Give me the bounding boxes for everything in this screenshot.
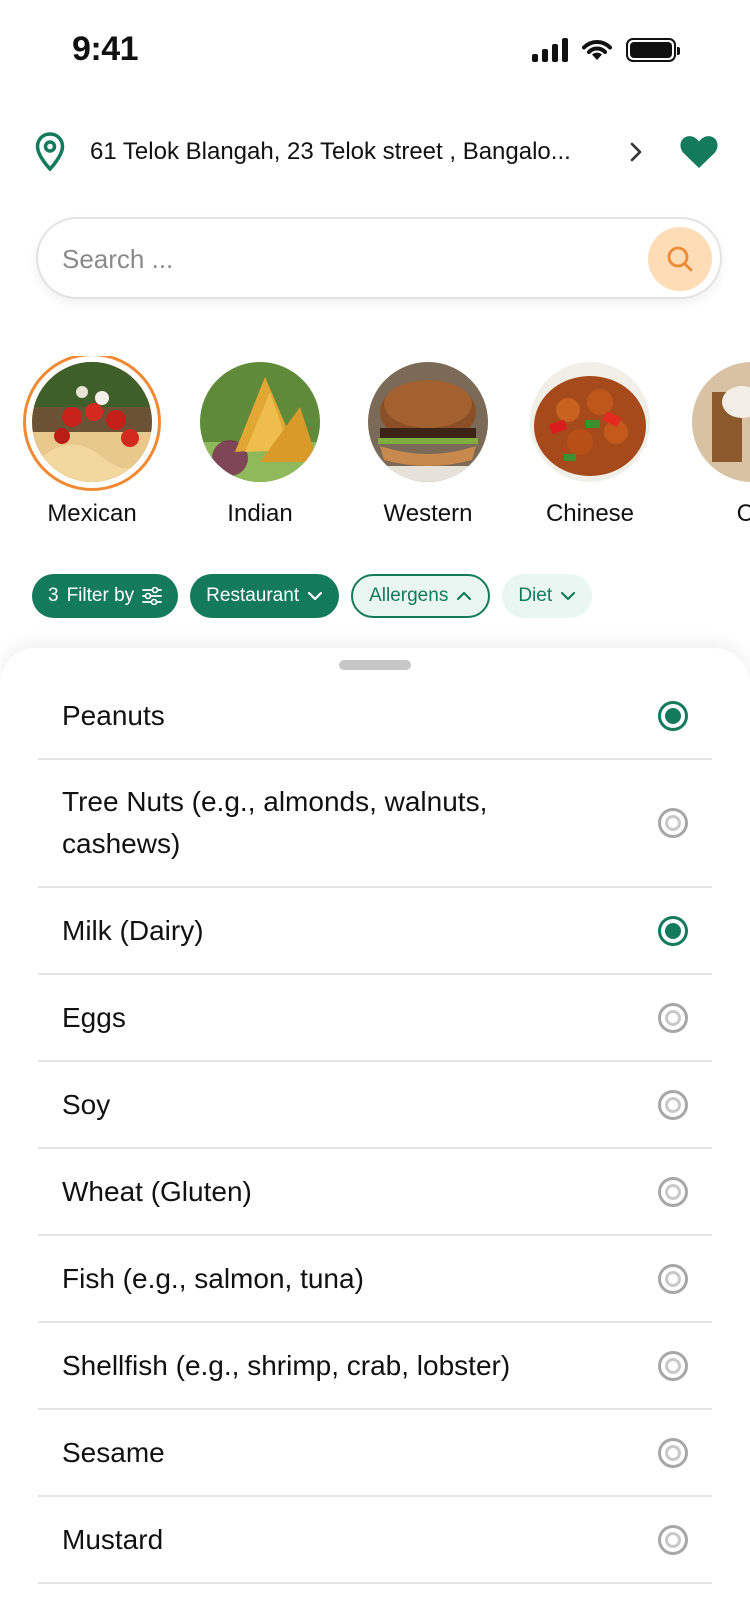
- filter-by-label: Filter by: [66, 585, 135, 606]
- allergen-item-peanuts[interactable]: Peanuts: [38, 674, 712, 760]
- search-bar: [36, 217, 722, 299]
- category-western[interactable]: Western: [358, 356, 498, 528]
- allergen-label: Eggs: [62, 1001, 126, 1033]
- sliders-icon: [142, 587, 163, 605]
- category-label: Co: [736, 500, 750, 527]
- allergen-item-sesame[interactable]: Sesame: [38, 1410, 712, 1497]
- diet-label: Diet: [518, 585, 553, 606]
- category-carousel: Mexican Indian Western Chinese C: [0, 356, 750, 536]
- radio-unselected-icon[interactable]: [658, 1263, 688, 1294]
- location-row[interactable]: 61 Telok Blangah, 23 Telok street , Bang…: [32, 128, 722, 176]
- allergen-item-shellfish[interactable]: Shellfish (e.g., shrimp, crab, lobster): [38, 1323, 712, 1410]
- search-input[interactable]: [62, 237, 622, 281]
- allergen-label: Shellfish (e.g., shrimp, crab, lobster): [62, 1349, 511, 1381]
- sheet-drag-handle[interactable]: [339, 660, 411, 670]
- restaurant-label: Restaurant: [206, 585, 300, 606]
- chevron-up-icon: [457, 591, 472, 601]
- radio-unselected-icon[interactable]: [658, 808, 688, 838]
- radio-selected-icon[interactable]: [658, 701, 688, 731]
- status-bar: 9:41: [0, 0, 750, 100]
- allergens-sheet: Peanuts Tree Nuts (e.g., almonds, walnut…: [0, 648, 750, 1624]
- category-chinese[interactable]: Chinese: [520, 356, 660, 528]
- radio-unselected-icon[interactable]: [658, 1524, 688, 1555]
- allergen-item-eggs[interactable]: Eggs: [38, 975, 712, 1062]
- allergen-item-tree-nuts[interactable]: Tree Nuts (e.g., almonds, walnuts, cashe…: [38, 760, 712, 888]
- battery-icon: [626, 38, 680, 62]
- delivery-address[interactable]: 61 Telok Blangah, 23 Telok street , Bang…: [90, 138, 600, 166]
- allergen-label: Mustard: [62, 1523, 164, 1555]
- allergen-label: Wheat (Gluten): [62, 1175, 252, 1207]
- diet-chip[interactable]: Diet: [502, 574, 593, 618]
- favorites-heart-icon[interactable]: [678, 132, 720, 172]
- category-label: Indian: [227, 500, 293, 527]
- allergen-list: Peanuts Tree Nuts (e.g., almonds, walnut…: [38, 674, 712, 1584]
- category-mexican[interactable]: Mexican: [22, 356, 162, 528]
- allergen-label: Fish (e.g., salmon, tuna): [62, 1262, 364, 1294]
- chevron-down-icon: [308, 591, 323, 601]
- allergen-label: Soy: [62, 1088, 111, 1120]
- allergen-label: Tree Nuts (e.g., almonds, walnuts, cashe…: [62, 786, 488, 859]
- allergen-label: Peanuts: [62, 700, 165, 731]
- cellular-signal-icon: [532, 38, 568, 62]
- chevron-down-icon: [561, 591, 576, 601]
- allergens-chip[interactable]: Allergens: [351, 574, 491, 618]
- restaurant-chip[interactable]: Restaurant: [190, 574, 340, 618]
- radio-selected-icon[interactable]: [658, 915, 688, 946]
- wifi-icon: [582, 40, 612, 60]
- status-time: 9:41: [72, 30, 139, 68]
- category-image: [692, 362, 750, 482]
- category-image: [32, 362, 152, 482]
- allergen-item-milk[interactable]: Milk (Dairy): [38, 888, 712, 975]
- allergen-item-mustard[interactable]: Mustard: [38, 1497, 712, 1584]
- category-label: Chinese: [545, 500, 635, 527]
- radio-unselected-icon[interactable]: [658, 1350, 688, 1381]
- radio-unselected-icon[interactable]: [658, 1089, 688, 1120]
- category-image: [368, 362, 488, 482]
- allergen-label: Milk (Dairy): [62, 914, 204, 946]
- allergen-item-wheat[interactable]: Wheat (Gluten): [38, 1149, 712, 1236]
- radio-unselected-icon[interactable]: [658, 1002, 688, 1033]
- category-image: [530, 362, 650, 482]
- allergen-item-soy[interactable]: Soy: [38, 1062, 712, 1149]
- status-icons: [532, 38, 680, 62]
- allergen-label: Sesame: [62, 1436, 165, 1468]
- radio-unselected-icon[interactable]: [658, 1176, 688, 1207]
- location-pin-icon: [32, 130, 68, 174]
- category-label: Mexican: [47, 500, 137, 527]
- filter-by-chip[interactable]: 3 Filter by: [32, 574, 179, 618]
- filter-chips: 3 Filter by Restaurant Allergens Diet: [32, 574, 593, 618]
- category-partial[interactable]: Co: [682, 356, 750, 528]
- category-image: [200, 362, 320, 482]
- allergens-label: Allergens: [369, 585, 449, 606]
- filter-count: 3: [48, 585, 59, 606]
- search-button[interactable]: [648, 227, 712, 291]
- category-indian[interactable]: Indian: [190, 356, 330, 528]
- radio-unselected-icon[interactable]: [658, 1437, 688, 1468]
- category-label: Western: [383, 500, 473, 527]
- search-icon: [667, 246, 693, 272]
- chevron-right-icon[interactable]: [624, 138, 648, 166]
- allergen-item-fish[interactable]: Fish (e.g., salmon, tuna): [38, 1236, 712, 1323]
